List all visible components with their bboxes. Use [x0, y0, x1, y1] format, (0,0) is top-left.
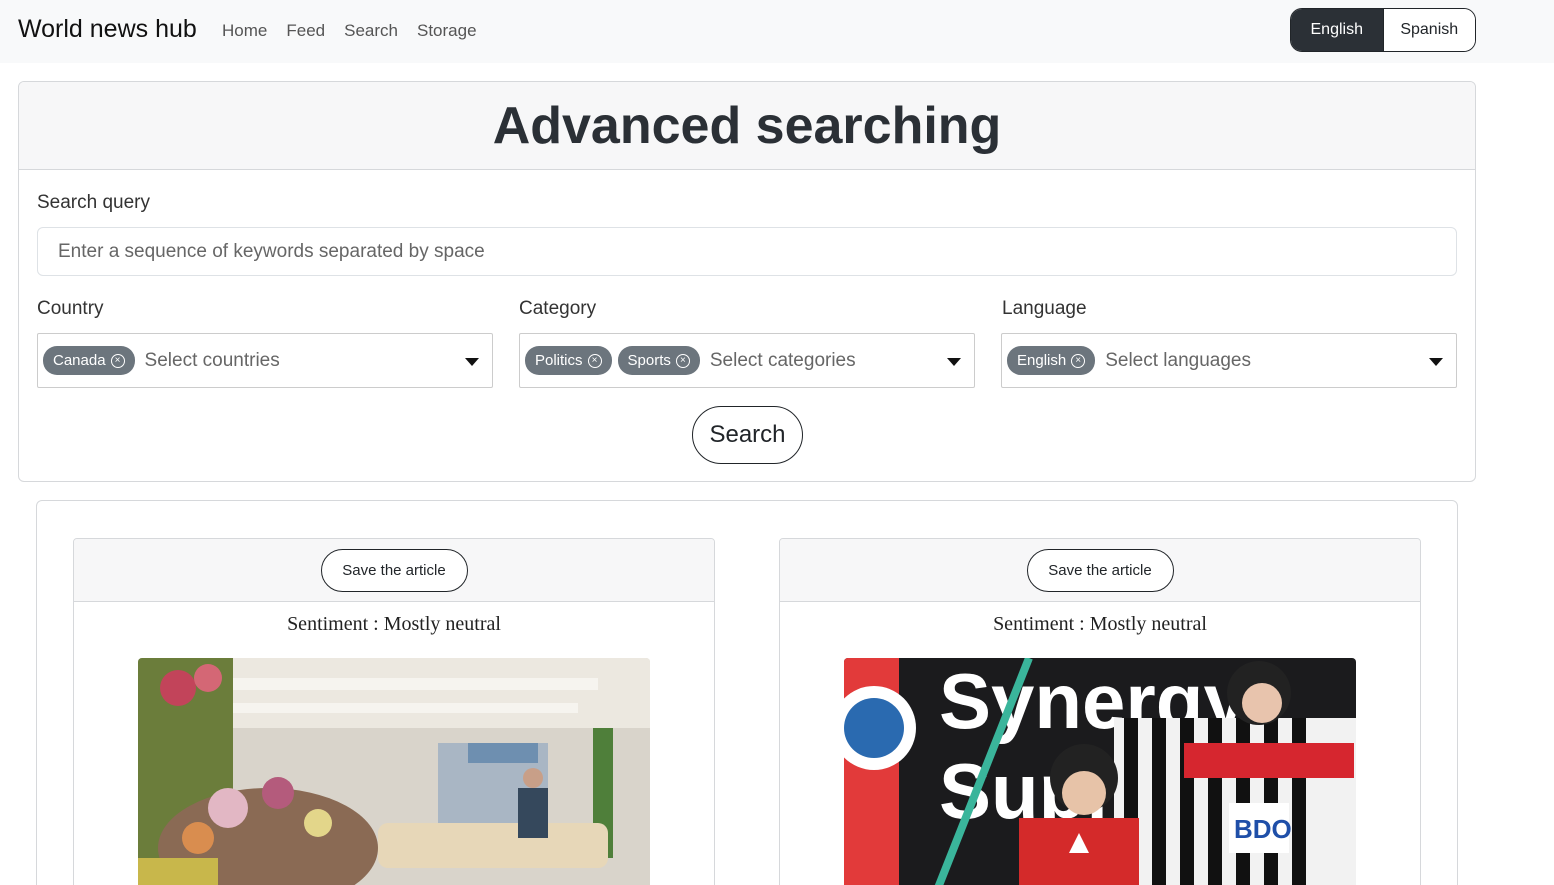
- search-query-input[interactable]: [37, 227, 1457, 276]
- language-placeholder: Select languages: [1105, 349, 1251, 371]
- search-card-header: Advanced searching: [19, 82, 1475, 170]
- navbar: World news hub Home Feed Search Storage …: [0, 0, 1554, 63]
- chip-label: Canada: [53, 352, 106, 369]
- category-select[interactable]: Politics × Sports × Select categories: [519, 333, 975, 388]
- country-placeholder: Select countries: [144, 349, 280, 371]
- chip-label: Sports: [627, 352, 671, 369]
- advanced-search-card: Advanced searching Search query Country …: [18, 81, 1476, 482]
- language-select[interactable]: English × Select languages: [1001, 333, 1457, 388]
- sentiment-text: Sentiment : Mostly neutral: [287, 613, 501, 635]
- article-image[interactable]: [138, 658, 650, 885]
- remove-chip-icon[interactable]: ×: [587, 353, 602, 368]
- search-button[interactable]: Search: [692, 406, 803, 464]
- article-header: Save the article: [74, 539, 714, 602]
- nav-link-search[interactable]: Search: [344, 21, 398, 41]
- article-card: Save the article Sentiment : Mostly neut…: [73, 538, 715, 885]
- language-chip: English ×: [1007, 346, 1096, 375]
- spanish-button[interactable]: Spanish: [1382, 9, 1475, 51]
- chip-label: English: [1017, 352, 1067, 369]
- language-toggle: English Spanish: [1290, 8, 1476, 52]
- sentiment-text: Sentiment : Mostly neutral: [993, 613, 1207, 635]
- chevron-down-icon[interactable]: [1429, 358, 1443, 366]
- country-label: Country: [37, 298, 104, 319]
- save-article-button[interactable]: Save the article: [320, 548, 468, 592]
- remove-chip-icon[interactable]: ×: [110, 353, 125, 368]
- save-article-button[interactable]: Save the article: [1026, 548, 1174, 592]
- category-chip: Politics ×: [525, 346, 612, 375]
- chevron-down-icon[interactable]: [465, 358, 479, 366]
- svg-text:BDO: BDO: [1234, 814, 1292, 844]
- chip-label: Politics: [535, 352, 583, 369]
- chevron-down-icon[interactable]: [947, 358, 961, 366]
- english-button[interactable]: English: [1291, 9, 1383, 51]
- country-chip: Canada ×: [43, 346, 135, 375]
- search-query-label: Search query: [37, 192, 151, 213]
- nav-link-home[interactable]: Home: [222, 21, 267, 41]
- article-image[interactable]: Synergy Supreme BDO: [844, 658, 1356, 885]
- category-chip: Sports ×: [617, 346, 700, 375]
- language-label: Language: [1002, 298, 1087, 319]
- nav-link-feed[interactable]: Feed: [286, 21, 325, 41]
- country-select[interactable]: Canada × Select countries: [37, 333, 493, 388]
- article-card: Save the article Sentiment : Mostly neut…: [779, 538, 1421, 885]
- nav-links: Home Feed Search Storage: [222, 21, 496, 41]
- remove-chip-icon[interactable]: ×: [1071, 353, 1086, 368]
- brand-title[interactable]: World news hub: [18, 15, 197, 44]
- category-label: Category: [519, 298, 597, 319]
- nav-link-storage[interactable]: Storage: [417, 21, 477, 41]
- category-placeholder: Select categories: [709, 349, 856, 371]
- article-header: Save the article: [780, 539, 1420, 602]
- remove-chip-icon[interactable]: ×: [675, 353, 690, 368]
- results-container: Save the article Sentiment : Mostly neut…: [36, 500, 1458, 885]
- page-title: Advanced searching: [492, 97, 1002, 155]
